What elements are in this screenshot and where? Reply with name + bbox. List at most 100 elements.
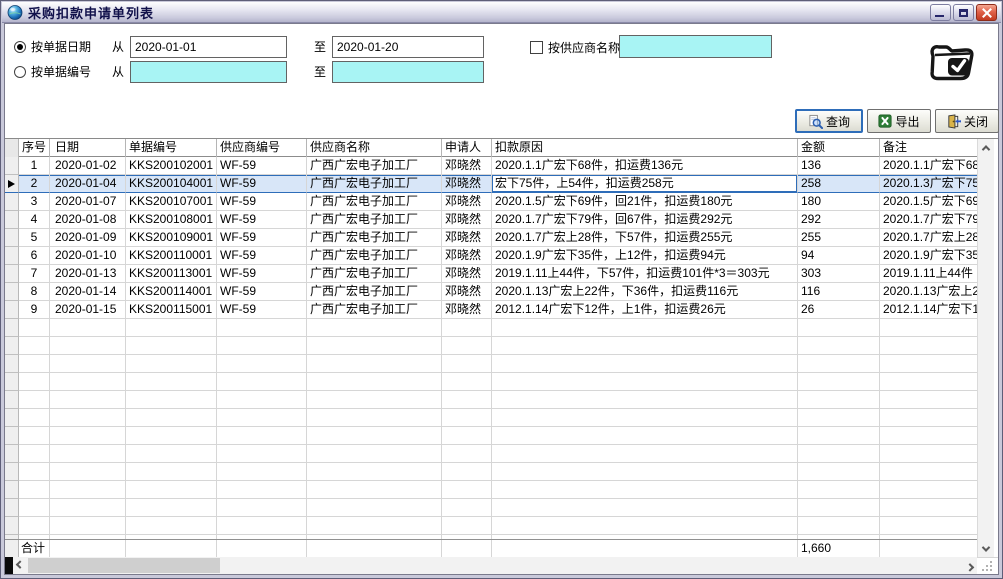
- scroll-right-arrow[interactable]: [963, 557, 977, 574]
- cell-seq[interactable]: 7: [19, 265, 50, 283]
- scroll-down-arrow[interactable]: [978, 540, 994, 557]
- cell-applicant[interactable]: 邓晓然: [442, 283, 492, 301]
- cell-docno[interactable]: KKS200108001: [126, 211, 217, 229]
- cell-supplier_no[interactable]: WF-59: [217, 175, 307, 193]
- column-header-date[interactable]: 日期: [50, 139, 126, 157]
- cell-supplier_no[interactable]: WF-59: [217, 157, 307, 175]
- cell-applicant[interactable]: 邓晓然: [442, 211, 492, 229]
- cell-date[interactable]: 2020-01-07: [50, 193, 126, 211]
- column-header-applicant[interactable]: 申请人: [442, 139, 492, 157]
- cell-reason[interactable]: 2020.1.7广宏下79件，回67件，扣运费292元: [492, 211, 798, 229]
- cell-amount[interactable]: 292: [798, 211, 880, 229]
- date-to-input[interactable]: [332, 36, 484, 58]
- cell-amount[interactable]: 255: [798, 229, 880, 247]
- cell-amount[interactable]: 258: [798, 175, 880, 193]
- cell-applicant[interactable]: 邓晓然: [442, 301, 492, 319]
- cell-supplier_no[interactable]: WF-59: [217, 283, 307, 301]
- cell-reason[interactable]: 2019.1.11上44件，下57件，扣运费101件*3＝303元: [492, 265, 798, 283]
- cell-reason[interactable]: 2020.1.7广宏上28件，下57件，扣运费255元: [492, 229, 798, 247]
- cell-supplier_no[interactable]: WF-59: [217, 193, 307, 211]
- column-header-supplier_no[interactable]: 供应商编号: [217, 139, 307, 157]
- cell-amount[interactable]: 136: [798, 157, 880, 175]
- cell-amount[interactable]: 303: [798, 265, 880, 283]
- cell-supplier_name[interactable]: 广西广宏电子加工厂: [307, 157, 442, 175]
- cell-date[interactable]: 2020-01-04: [50, 175, 126, 193]
- row-gutter[interactable]: [5, 211, 19, 229]
- cell-supplier_name[interactable]: 广西广宏电子加工厂: [307, 301, 442, 319]
- cell-seq[interactable]: 9: [19, 301, 50, 319]
- horizontal-scroll-thumb[interactable]: [28, 558, 220, 573]
- cell-date[interactable]: 2020-01-08: [50, 211, 126, 229]
- cell-applicant[interactable]: 邓晓然: [442, 265, 492, 283]
- supplier-checkbox[interactable]: [530, 41, 543, 54]
- cell-reason[interactable]: 2020.1.13广宏上22件，下36件，扣运费116元: [492, 283, 798, 301]
- table-row[interactable]: 42020-01-08KKS200108001WF-59广西广宏电子加工厂邓晓然…: [5, 211, 998, 229]
- column-header-docno[interactable]: 单据编号: [126, 139, 217, 157]
- close-form-button[interactable]: 关闭: [935, 109, 999, 133]
- row-gutter[interactable]: [5, 157, 19, 175]
- table-row[interactable]: 72020-01-13KKS200113001WF-59广西广宏电子加工厂邓晓然…: [5, 265, 998, 283]
- scroll-up-arrow[interactable]: [978, 139, 994, 156]
- cell-date[interactable]: 2020-01-09: [50, 229, 126, 247]
- minimize-button[interactable]: [930, 4, 951, 21]
- cell-supplier_name[interactable]: 广西广宏电子加工厂: [307, 247, 442, 265]
- attachment-folder-icon[interactable]: [927, 38, 975, 82]
- column-header-reason[interactable]: 扣款原因: [492, 139, 798, 157]
- docno-from-input[interactable]: [130, 61, 287, 83]
- table-row[interactable]: 32020-01-07KKS200107001WF-59广西广宏电子加工厂邓晓然…: [5, 193, 998, 211]
- table-row[interactable]: 22020-01-04KKS200104001WF-59广西广宏电子加工厂邓晓然…: [5, 175, 998, 193]
- cell-reason[interactable]: 2020.1.5广宏下69件，回21件，扣运费180元: [492, 193, 798, 211]
- cell-docno[interactable]: KKS200114001: [126, 283, 217, 301]
- cell-supplier_no[interactable]: WF-59: [217, 301, 307, 319]
- cell-date[interactable]: 2020-01-10: [50, 247, 126, 265]
- table-row[interactable]: 12020-01-02KKS200102001WF-59广西广宏电子加工厂邓晓然…: [5, 157, 998, 175]
- cell-supplier_name[interactable]: 广西广宏电子加工厂: [307, 193, 442, 211]
- radio-by-docno[interactable]: [14, 66, 26, 78]
- row-gutter[interactable]: [5, 247, 19, 265]
- cell-date[interactable]: 2020-01-02: [50, 157, 126, 175]
- cell-date[interactable]: 2020-01-14: [50, 283, 126, 301]
- cell-reason[interactable]: 2020.1.1广宏下68件，扣运费136元: [492, 157, 798, 175]
- grid-corner-splitter[interactable]: [5, 557, 13, 574]
- cell-reason[interactable]: 2012.1.14广宏下12件，上1件，扣运费26元: [492, 301, 798, 319]
- table-row[interactable]: 52020-01-09KKS200109001WF-59广西广宏电子加工厂邓晓然…: [5, 229, 998, 247]
- cell-supplier_no[interactable]: WF-59: [217, 229, 307, 247]
- table-row[interactable]: 82020-01-14KKS200114001WF-59广西广宏电子加工厂邓晓然…: [5, 283, 998, 301]
- vertical-scrollbar[interactable]: [977, 139, 998, 557]
- cell-amount[interactable]: 26: [798, 301, 880, 319]
- scroll-left-arrow[interactable]: [13, 557, 27, 574]
- column-header-supplier_name[interactable]: 供应商名称: [307, 139, 442, 157]
- cell-reason[interactable]: 宏下75件，上54件，扣运费258元: [492, 175, 798, 193]
- table-row[interactable]: 62020-01-10KKS200110001WF-59广西广宏电子加工厂邓晓然…: [5, 247, 998, 265]
- table-row[interactable]: 92020-01-15KKS200115001WF-59广西广宏电子加工厂邓晓然…: [5, 301, 998, 319]
- cell-seq[interactable]: 1: [19, 157, 50, 175]
- cell-supplier_name[interactable]: 广西广宏电子加工厂: [307, 211, 442, 229]
- cell-applicant[interactable]: 邓晓然: [442, 157, 492, 175]
- cell-amount[interactable]: 180: [798, 193, 880, 211]
- cell-docno[interactable]: KKS200107001: [126, 193, 217, 211]
- cell-docno[interactable]: KKS200104001: [126, 175, 217, 193]
- cell-supplier_no[interactable]: WF-59: [217, 247, 307, 265]
- row-gutter[interactable]: [5, 229, 19, 247]
- cell-date[interactable]: 2020-01-15: [50, 301, 126, 319]
- cell-supplier_no[interactable]: WF-59: [217, 211, 307, 229]
- row-gutter[interactable]: [5, 301, 19, 319]
- horizontal-scrollbar[interactable]: [5, 557, 977, 574]
- cell-applicant[interactable]: 邓晓然: [442, 175, 492, 193]
- cell-docno[interactable]: KKS200102001: [126, 157, 217, 175]
- export-button[interactable]: 导出: [867, 109, 931, 133]
- cell-docno[interactable]: KKS200113001: [126, 265, 217, 283]
- cell-docno[interactable]: KKS200110001: [126, 247, 217, 265]
- maximize-button[interactable]: [953, 4, 974, 21]
- titlebar[interactable]: 采购扣款申请单列表: [2, 2, 1001, 23]
- date-from-input[interactable]: [130, 36, 287, 58]
- row-gutter[interactable]: [5, 265, 19, 283]
- resize-grip[interactable]: [979, 558, 994, 573]
- row-gutter[interactable]: [5, 175, 19, 193]
- row-gutter[interactable]: [5, 193, 19, 211]
- close-button[interactable]: [976, 4, 997, 21]
- cell-supplier_name[interactable]: 广西广宏电子加工厂: [307, 229, 442, 247]
- cell-date[interactable]: 2020-01-13: [50, 265, 126, 283]
- cell-applicant[interactable]: 邓晓然: [442, 193, 492, 211]
- cell-supplier_no[interactable]: WF-59: [217, 265, 307, 283]
